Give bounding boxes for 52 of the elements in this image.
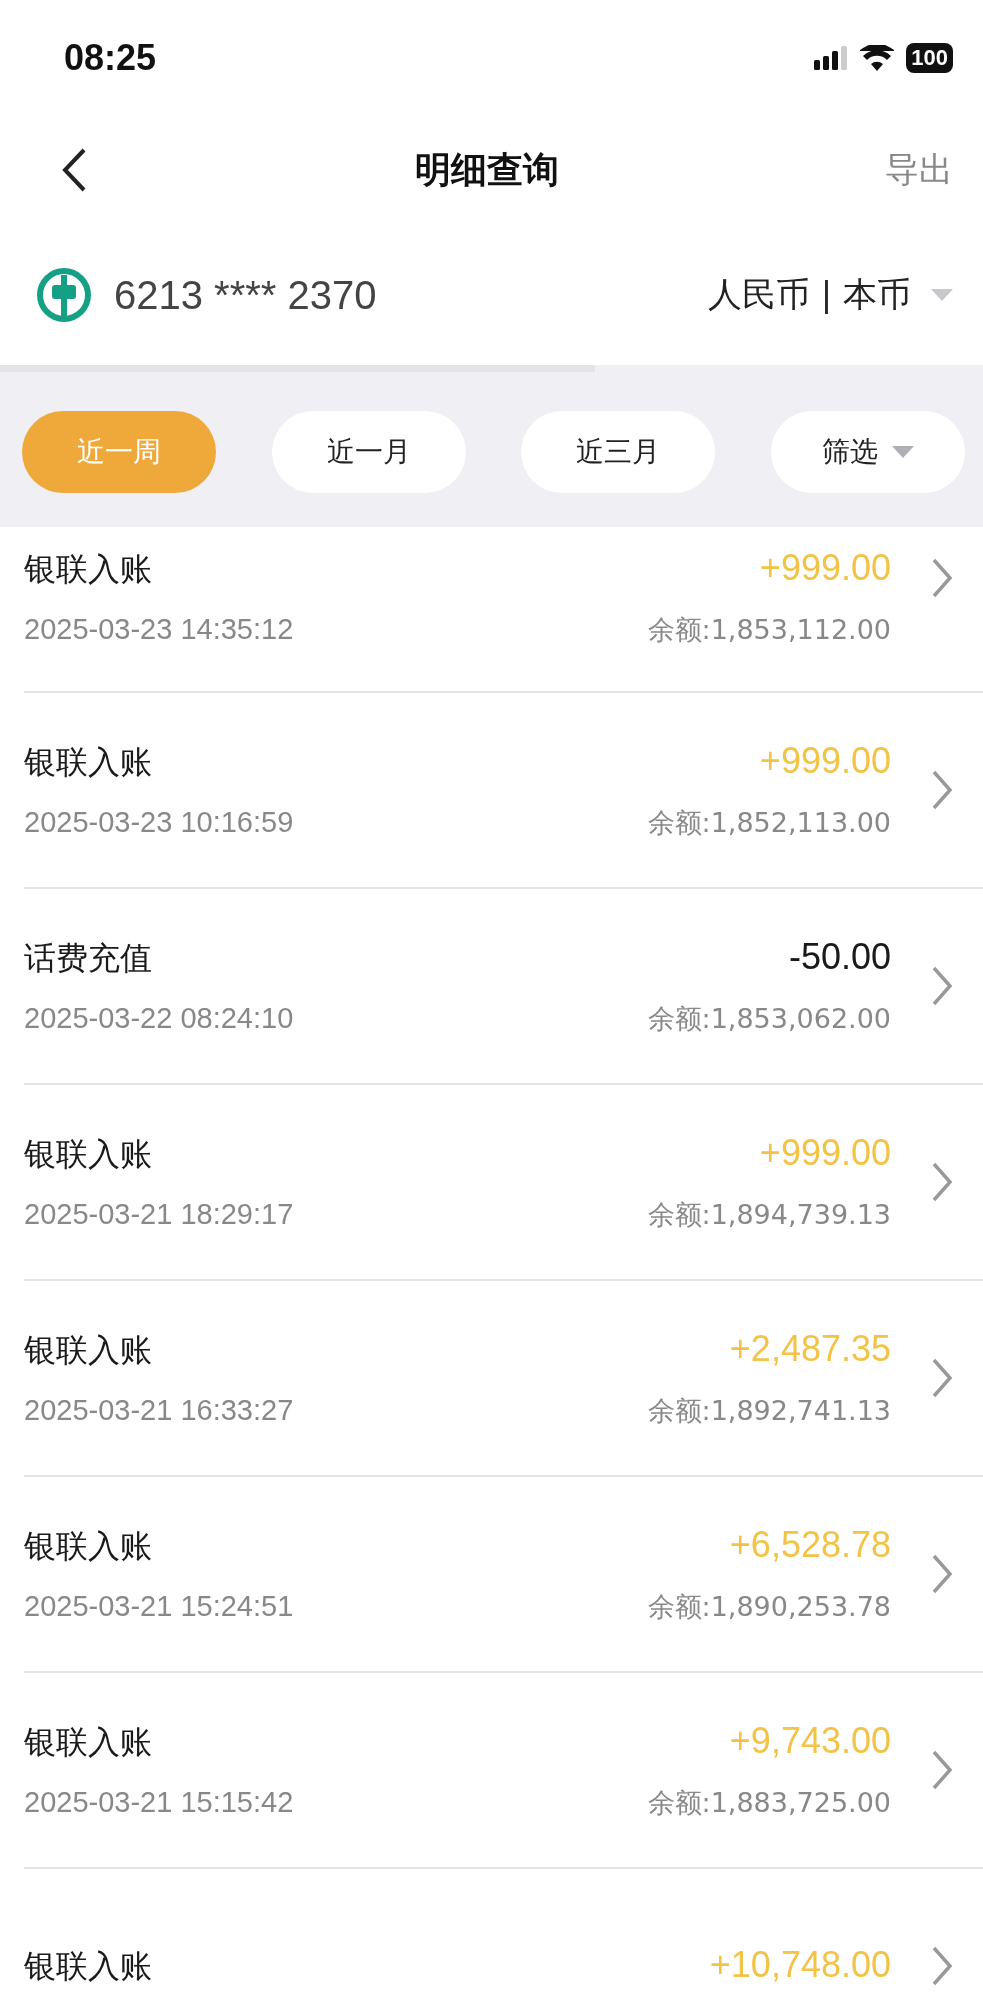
transaction-amount: +6,528.78 <box>729 1523 891 1566</box>
page-title: 明细查询 <box>414 147 559 192</box>
export-button[interactable]: 导出 <box>885 147 953 193</box>
chevron-right-icon[interactable] <box>931 1553 953 1595</box>
transaction-title: 话费充值 <box>24 937 152 979</box>
chevron-right-icon[interactable] <box>931 1357 953 1399</box>
transaction-amount: +10,748.00 <box>709 1943 891 1986</box>
transaction-title: 银联入账 <box>24 1945 152 1987</box>
transaction-time: 2025-03-23 14:35:12 <box>24 613 294 646</box>
currency-selector[interactable]: 人民币 | 本币 <box>707 272 953 318</box>
balance-text: 余额:1,853,062.00 <box>647 1001 891 1036</box>
transaction-time: 2025-03-21 15:15:42 <box>24 1785 294 1819</box>
balance-text: 余额:1,852,113.00 <box>647 805 891 840</box>
transaction-amount: +9,743.00 <box>729 1719 891 1762</box>
balance-text: 余额:1,883,725.00 <box>647 1785 891 1820</box>
signal-icon <box>814 45 849 70</box>
chevron-right-icon[interactable] <box>931 557 953 599</box>
chevron-right-icon[interactable] <box>931 1161 953 1203</box>
chevron-right-icon[interactable] <box>931 1749 953 1791</box>
status-time: 08:25 <box>64 36 157 79</box>
transaction-title: 银联入账 <box>24 549 152 590</box>
transaction-title: 银联入账 <box>24 1329 152 1371</box>
transaction-title: 银联入账 <box>24 741 152 783</box>
transaction-time: 2025-03-22 08:24:10 <box>24 1001 294 1035</box>
transaction-amount: +999.00 <box>759 1131 891 1174</box>
transaction-amount: -50.00 <box>788 935 891 978</box>
back-icon[interactable] <box>60 147 88 193</box>
transaction-time: 2025-03-21 15:24:51 <box>24 1589 294 1623</box>
transaction-title: 银联入账 <box>24 1721 152 1763</box>
transaction-amount: +999.00 <box>759 547 891 589</box>
chevron-right-icon[interactable] <box>931 965 953 1007</box>
caret-icon <box>931 289 953 301</box>
account-number: 6213 **** 2370 <box>114 272 377 318</box>
balance-text: 余额:1,853,112.00 <box>647 613 891 647</box>
filter-tab[interactable]: 近一月 <box>271 411 466 493</box>
wifi-icon <box>860 44 895 71</box>
balance-text: 余额:1,890,253.78 <box>647 1589 891 1624</box>
transaction-title: 银联入账 <box>24 1133 152 1175</box>
balance-text: 余额:1,892,741.13 <box>647 1393 891 1428</box>
transaction-amount: +2,487.35 <box>729 1327 891 1370</box>
chevron-right-icon[interactable] <box>931 769 953 811</box>
transaction-amount: +999.00 <box>759 739 891 782</box>
transaction-time: 2025-03-21 16:33:27 <box>24 1393 294 1427</box>
battery-indicator: 100 <box>906 42 953 73</box>
filter-tab[interactable]: 近三月 <box>521 411 716 493</box>
chevron-right-icon[interactable] <box>931 1945 953 1987</box>
transaction-title: 银联入账 <box>24 1525 152 1567</box>
filter-tab[interactable]: 筛选 <box>770 411 965 493</box>
transaction-time: 2025-03-21 18:29:17 <box>24 1197 294 1231</box>
transaction-time: 2025-03-23 10:16:59 <box>24 805 294 839</box>
balance-text: 余额:1,894,739.13 <box>647 1197 891 1232</box>
bank-logo-icon <box>36 267 92 323</box>
